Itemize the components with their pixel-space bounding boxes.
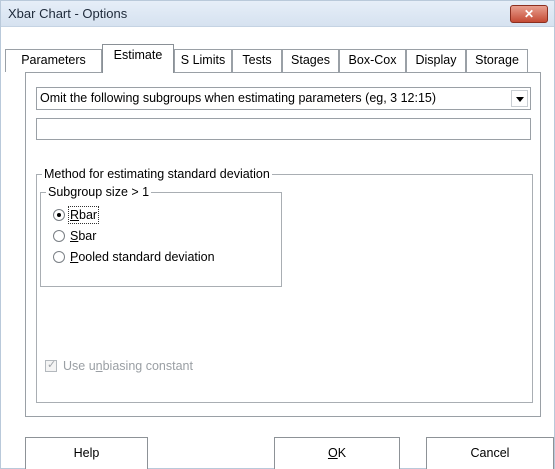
radio-rbar-label: Rbar bbox=[67, 206, 100, 224]
ok-button[interactable]: OK bbox=[274, 437, 400, 469]
omit-subgroups-input[interactable] bbox=[36, 118, 531, 140]
radio-sbar-label: Sbar bbox=[70, 229, 97, 243]
radio-sbar-circle[interactable] bbox=[53, 230, 65, 242]
chevron-down-icon[interactable] bbox=[511, 90, 528, 107]
method-group: Method for estimating standard deviation… bbox=[36, 167, 533, 403]
tab-parameters[interactable]: Parameters bbox=[5, 49, 102, 72]
radio-pooled-circle[interactable] bbox=[53, 251, 65, 263]
radio-pooled-label: Pooled standard deviation bbox=[70, 250, 215, 264]
radio-rbar-circle[interactable] bbox=[53, 209, 65, 221]
omit-subgroups-select-value: Omit the following subgroups when estima… bbox=[40, 91, 437, 105]
unbiasing-checkbox-label: Use unbiasing constant bbox=[63, 359, 193, 373]
close-icon: ✕ bbox=[523, 7, 535, 21]
tab-box-cox[interactable]: Box-Cox bbox=[339, 49, 406, 72]
help-button[interactable]: Help bbox=[25, 437, 148, 469]
tab-tests[interactable]: Tests bbox=[232, 49, 282, 72]
close-button[interactable]: ✕ bbox=[510, 5, 548, 23]
tab-stages[interactable]: Stages bbox=[282, 49, 339, 72]
subgroup-size-group: Subgroup size > 1 Rbar Sbar Pooled stand… bbox=[40, 185, 282, 287]
cancel-button[interactable]: Cancel bbox=[426, 437, 554, 469]
omit-subgroups-select[interactable]: Omit the following subgroups when estima… bbox=[36, 87, 531, 110]
subgroup-size-label: Subgroup size > 1 bbox=[46, 185, 152, 199]
tab-strip: Parameters Estimate S Limits Tests Stage… bbox=[5, 41, 554, 73]
options-dialog: Xbar Chart - Options ✕ Parameters Estima… bbox=[0, 0, 555, 469]
estimate-tab-panel: Omit the following subgroups when estima… bbox=[25, 72, 541, 417]
tab-storage[interactable]: Storage bbox=[466, 49, 528, 72]
window-title: Xbar Chart - Options bbox=[8, 6, 128, 21]
unbiasing-checkbox-box bbox=[45, 358, 57, 372]
method-group-label: Method for estimating standard deviation bbox=[42, 167, 272, 181]
tab-s-limits[interactable]: S Limits bbox=[174, 49, 232, 72]
tab-display[interactable]: Display bbox=[406, 49, 466, 72]
title-bar: Xbar Chart - Options ✕ bbox=[1, 1, 554, 27]
tab-estimate[interactable]: Estimate bbox=[102, 44, 174, 73]
